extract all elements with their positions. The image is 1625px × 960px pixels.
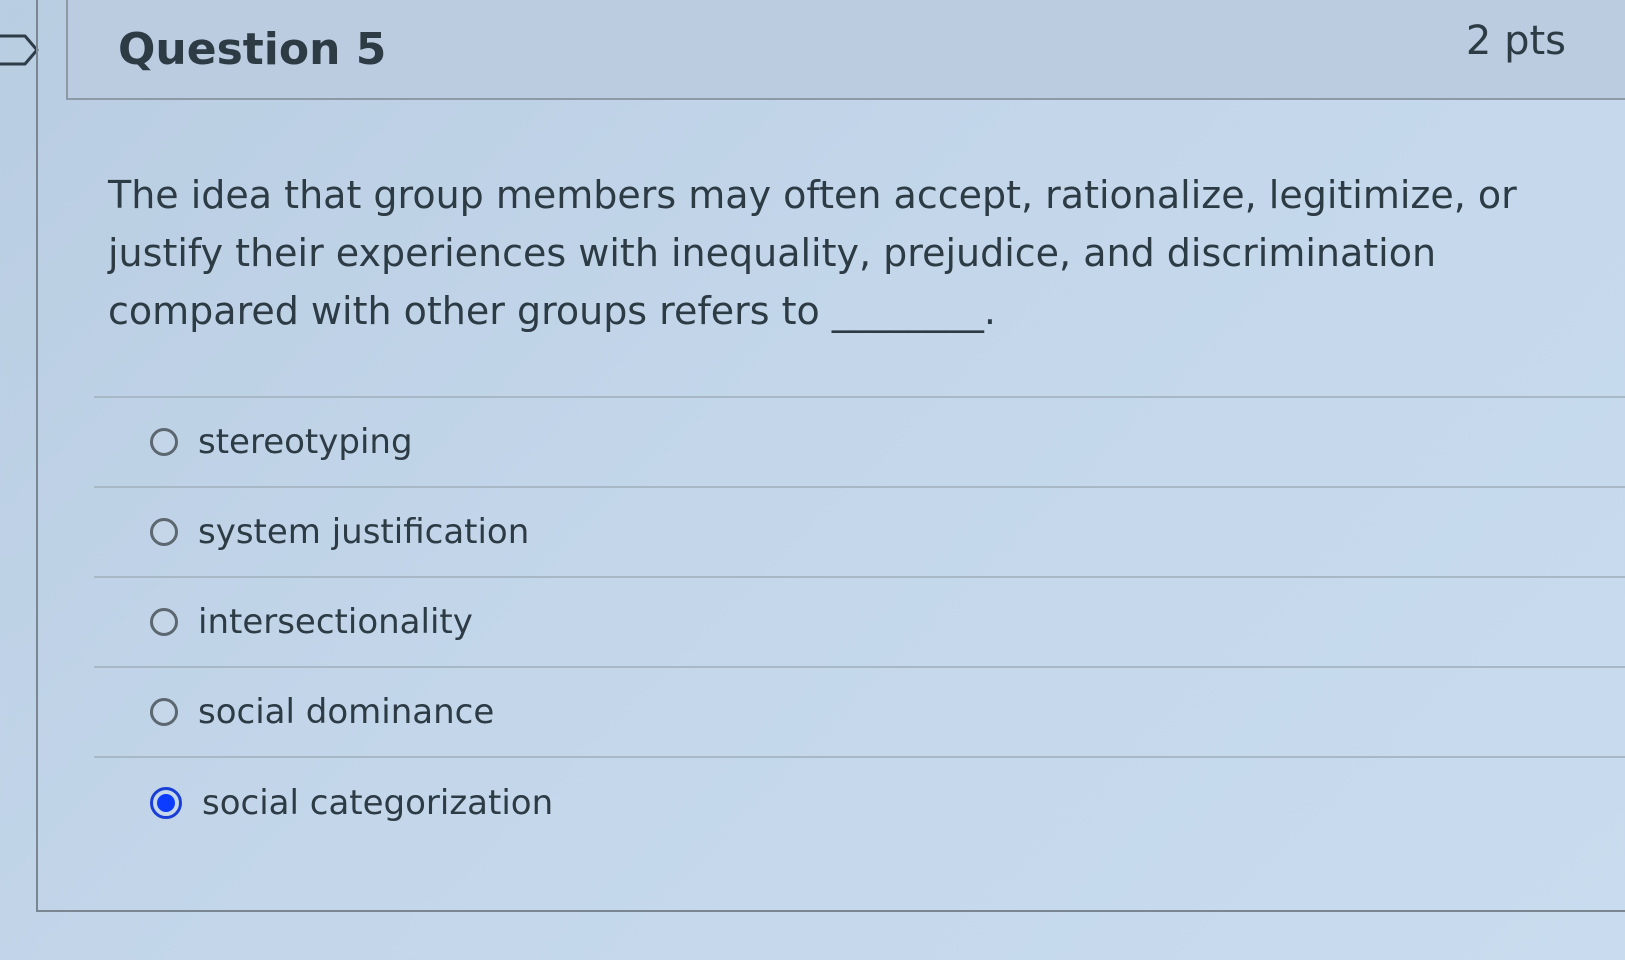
answer-label: social categorization bbox=[202, 783, 554, 823]
answer-option-stereotyping[interactable]: stereotyping bbox=[94, 398, 1625, 488]
answer-list: stereotyping system justification inters… bbox=[94, 396, 1625, 848]
answer-option-intersectionality[interactable]: intersectionality bbox=[94, 578, 1625, 668]
question-header: Question 5 2 pts bbox=[66, 0, 1625, 100]
question-card: Question 5 2 pts The idea that group mem… bbox=[36, 0, 1625, 912]
radio-button[interactable] bbox=[150, 698, 178, 726]
radio-button[interactable] bbox=[150, 518, 178, 546]
answer-label: intersectionality bbox=[198, 602, 473, 642]
answer-option-social-dominance[interactable]: social dominance bbox=[94, 668, 1625, 758]
question-points: 2 pts bbox=[1465, 18, 1566, 64]
bookmark-icon[interactable] bbox=[0, 32, 40, 68]
question-text: The idea that group members may often ac… bbox=[108, 173, 1517, 333]
radio-button[interactable] bbox=[150, 608, 178, 636]
radio-button-selected[interactable] bbox=[150, 787, 182, 819]
question-title: Question 5 bbox=[118, 24, 387, 75]
answer-label: system justification bbox=[198, 512, 530, 552]
answer-option-social-categorization[interactable]: social categorization bbox=[94, 758, 1625, 848]
answer-label: social dominance bbox=[198, 692, 495, 732]
answer-option-system-justification[interactable]: system justification bbox=[94, 488, 1625, 578]
radio-button[interactable] bbox=[150, 428, 178, 456]
answer-label: stereotyping bbox=[198, 422, 413, 462]
